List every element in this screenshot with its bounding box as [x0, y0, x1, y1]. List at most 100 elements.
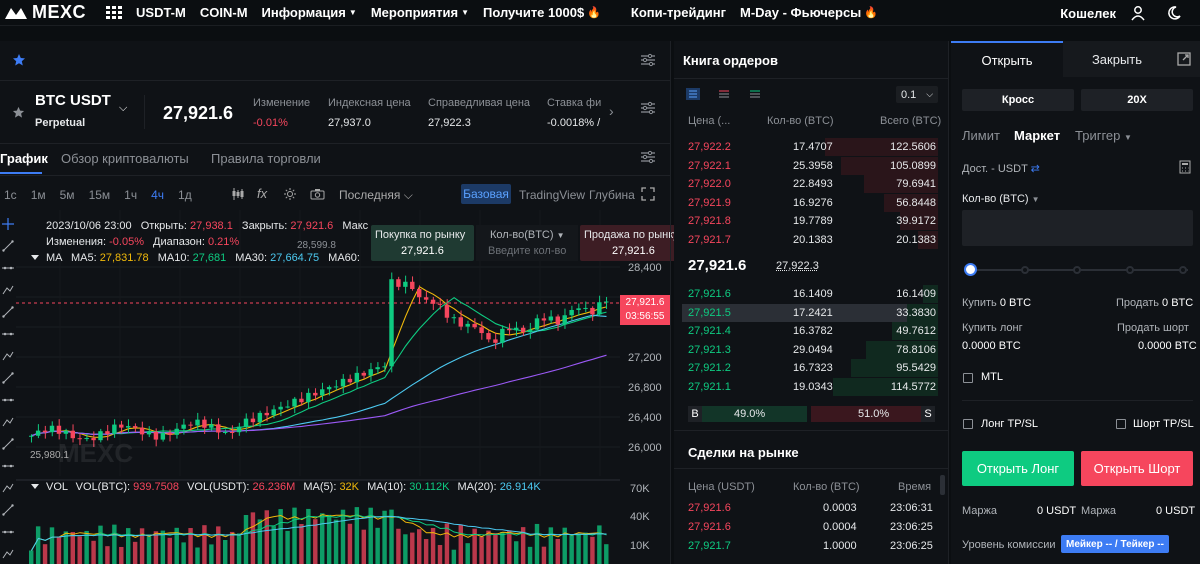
bid-row[interactable]: 27,921.3 29.0494 78.8106 — [682, 340, 938, 359]
extended-line-tool-icon[interactable] — [2, 284, 14, 296]
calculator-icon[interactable] — [1179, 160, 1191, 174]
ask-row[interactable]: 27,922.0 22.8493 79.6941 — [682, 175, 938, 193]
symbol-chevron-down-icon[interactable]: ⌵ — [119, 102, 127, 115]
indicators-fx-icon[interactable]: fx — [257, 186, 267, 201]
tab-crypto-overview[interactable]: Обзор криптовалюты — [61, 151, 189, 166]
qty-input[interactable] — [962, 210, 1193, 246]
qty-unit-select[interactable]: Кол-во (BTC) ▼ — [962, 193, 1040, 205]
nav-information[interactable]: Информация ▼ — [262, 5, 357, 20]
interval-5[interactable]: 4ч — [151, 188, 164, 202]
short-tpsl-checkbox[interactable] — [1116, 419, 1126, 429]
tab-open-position[interactable]: Открыть — [951, 41, 1063, 77]
magnet-tool-icon[interactable] — [2, 504, 14, 516]
collapse-caret-icon[interactable] — [30, 254, 40, 261]
eye-tool-icon[interactable] — [2, 526, 14, 538]
ask-row[interactable]: 27,922.2 17.4707 122.5606 — [682, 138, 938, 156]
view-basic-button[interactable]: Базовая — [461, 184, 511, 204]
price-step-select[interactable]: 0.1 ⌵ — [896, 86, 938, 103]
quick-qty-field[interactable]: Кол-во(BTC) ▼ Введите кол-во — [476, 225, 578, 261]
fullscreen-icon[interactable] — [641, 187, 655, 201]
trash-tool-icon[interactable] — [2, 548, 14, 560]
tab-chart[interactable]: График — [0, 151, 48, 166]
book-view-both-icon[interactable] — [686, 88, 700, 100]
slider-step-dot[interactable] — [1126, 266, 1134, 274]
ruler-tool-icon[interactable] — [2, 482, 14, 494]
parallel-channel-tool-icon[interactable] — [2, 350, 14, 362]
trades-scrollbar[interactable] — [940, 475, 945, 495]
fib-tool-icon[interactable] — [2, 416, 14, 428]
nav-coin-m[interactable]: COIN-M — [200, 5, 248, 20]
tab-close-position[interactable]: Закрыть — [1063, 41, 1171, 77]
chevron-right-icon[interactable]: › — [609, 103, 614, 119]
favorite-star-icon[interactable] — [12, 53, 26, 67]
star-outline-icon[interactable] — [12, 106, 25, 119]
slider-step-dot[interactable] — [1179, 266, 1187, 274]
book-view-bids-icon[interactable] — [748, 88, 762, 100]
crosshair-tool-icon[interactable] — [2, 218, 14, 230]
trendline-tool-icon[interactable] — [2, 240, 14, 252]
horizontal-line-tool-icon[interactable] — [2, 306, 14, 318]
bid-row[interactable]: 27,921.2 16.7323 95.5429 — [682, 359, 938, 377]
mexc-logo[interactable]: MEXC — [4, 2, 86, 23]
tabs-settings-icon[interactable] — [640, 150, 656, 164]
nav-copy-trading[interactable]: Копи-трейдинг — [631, 5, 726, 20]
slider-step-dot[interactable] — [1021, 266, 1029, 274]
nav-wallet[interactable]: Кошелек — [1060, 6, 1116, 21]
bid-row[interactable]: 27,921.5 17.2421 33.3830 — [682, 303, 938, 322]
mtl-checkbox[interactable] — [963, 373, 973, 383]
interval-2[interactable]: 5м — [60, 188, 75, 202]
order-type-trigger[interactable]: Триггер ▼ — [1075, 128, 1132, 143]
bid-row[interactable]: 27,921.4 16.3782 49.7612 — [682, 322, 938, 340]
nav-events[interactable]: Мероприятия ▼ — [371, 5, 469, 20]
order-type-market[interactable]: Маркет — [1014, 128, 1060, 143]
ask-row[interactable]: 27,922.1 25.3958 105.0899 — [682, 156, 938, 175]
arrow-tool-icon[interactable] — [2, 394, 14, 406]
book-view-asks-icon[interactable] — [717, 88, 731, 100]
price-range-tool-icon[interactable] — [2, 372, 14, 384]
margin-mode-button[interactable]: Кросс — [962, 89, 1074, 111]
qty-slider-handle[interactable] — [964, 263, 977, 276]
open-long-button[interactable]: Открыть Лонг — [962, 451, 1074, 486]
layout-settings-icon[interactable] — [640, 53, 656, 67]
bid-row[interactable]: 27,921.6 16.1409 16.1409 — [682, 285, 938, 303]
apps-grid-icon[interactable] — [106, 5, 123, 20]
slider-step-dot[interactable] — [1073, 266, 1081, 274]
ask-row[interactable]: 27,921.8 19.7789 39.9172 — [682, 212, 938, 230]
interval-4[interactable]: 1ч — [124, 188, 137, 202]
drawing-settings-icon[interactable] — [283, 187, 297, 201]
vol-collapse-caret-icon[interactable] — [30, 483, 40, 490]
ask-row[interactable]: 27,921.9 16.9276 56.8448 — [682, 193, 938, 212]
transfer-icon[interactable]: ⇄ — [1031, 163, 1040, 175]
long-tpsl-checkbox[interactable] — [963, 419, 973, 429]
camera-icon[interactable] — [310, 188, 325, 200]
market-buy-button[interactable]: Покупка по рынку 27,921.6 — [371, 225, 474, 261]
nav-bonus[interactable]: Получите 1000$ 🔥 — [483, 5, 601, 20]
ray-tool-icon[interactable] — [2, 262, 14, 274]
bid-row[interactable]: 27,921.1 19.0343 114.5772 — [682, 377, 938, 396]
price-type-dropdown[interactable]: Последняя ⌵ — [339, 188, 413, 203]
horizontal-ray-tool-icon[interactable] — [2, 328, 14, 340]
symbol-name[interactable]: BTC USDT — [35, 92, 111, 109]
open-short-button[interactable]: Открыть Шорт — [1081, 451, 1193, 486]
fee-badge[interactable]: Мейкер -- / Тейкер -- — [1061, 535, 1169, 553]
order-type-limit[interactable]: Лимит — [962, 128, 1000, 143]
moon-icon[interactable] — [1166, 5, 1182, 21]
ask-row[interactable]: 27,921.7 20.1383 20.1383 — [682, 230, 938, 249]
interval-1[interactable]: 1м — [31, 188, 46, 202]
interval-3[interactable]: 15м — [89, 188, 111, 202]
nav-mday-futures[interactable]: M-Day - Фьючерсы 🔥 — [740, 5, 878, 20]
nav-usdt-m[interactable]: USDT-M — [136, 5, 186, 20]
brush-tool-icon[interactable] — [2, 460, 14, 472]
leverage-button[interactable]: 20X — [1081, 89, 1193, 111]
interval-0[interactable]: 1с — [4, 188, 17, 202]
calculator-tab[interactable] — [1171, 41, 1200, 77]
market-sell-button[interactable]: Продажа по рынку 27,921.6 — [580, 225, 684, 261]
pattern-tool-icon[interactable] — [2, 438, 14, 450]
header-settings-icon[interactable] — [640, 101, 656, 115]
user-icon[interactable] — [1130, 5, 1146, 21]
interval-6[interactable]: 1д — [178, 188, 192, 202]
view-depth-button[interactable]: Глубина — [589, 188, 635, 202]
candle-type-icon[interactable] — [231, 187, 245, 201]
tab-trading-rules[interactable]: Правила торговли — [211, 151, 321, 166]
view-tradingview-button[interactable]: TradingView — [519, 188, 585, 202]
